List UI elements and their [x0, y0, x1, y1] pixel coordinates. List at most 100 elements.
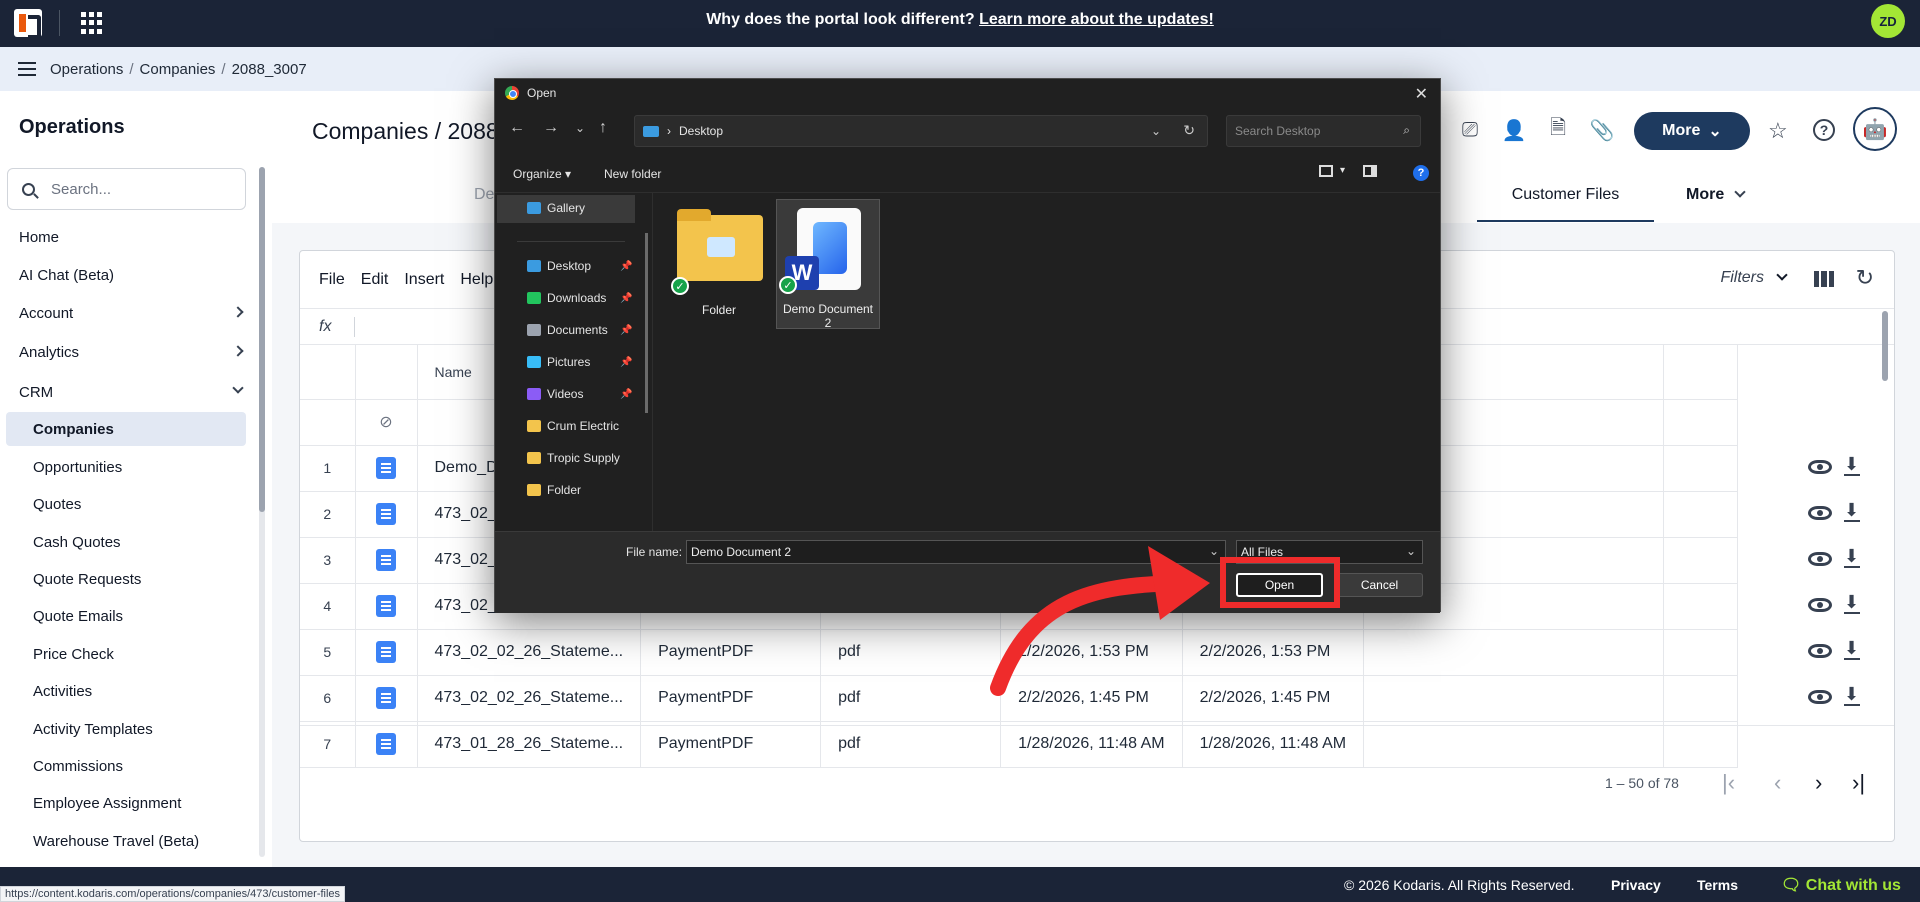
- chevron-right-icon[interactable]: [232, 345, 244, 357]
- user-avatar[interactable]: ZD: [1871, 4, 1905, 38]
- add-file-icon[interactable]: 🗎: [1544, 116, 1572, 144]
- prev-page-icon[interactable]: ‹: [1774, 770, 1781, 796]
- nav-item-videos[interactable]: Videos: [527, 387, 583, 401]
- sidebar-item-activities[interactable]: Activities: [33, 683, 92, 700]
- sidebar-item-employee-assignment[interactable]: Employee Assignment: [33, 795, 181, 812]
- view-icon[interactable]: [1808, 506, 1832, 520]
- sidebar-item-quotes[interactable]: Quotes: [33, 496, 81, 513]
- organize-button[interactable]: Organize ▾: [513, 167, 571, 181]
- assistant-bot-icon[interactable]: 🤖: [1853, 107, 1897, 151]
- sidebar-item-price-check[interactable]: Price Check: [33, 646, 114, 663]
- last-page-icon[interactable]: ›|: [1852, 770, 1865, 796]
- view-icon[interactable]: [1808, 644, 1832, 658]
- sidebar-item-opportunities[interactable]: Opportunities: [33, 459, 122, 476]
- forward-arrow-icon[interactable]: →: [543, 119, 559, 137]
- menu-file[interactable]: File: [319, 271, 345, 289]
- sidebar-item-warehouse-travel[interactable]: Warehouse Travel (Beta): [33, 833, 199, 850]
- download-icon[interactable]: [1844, 546, 1860, 568]
- sidebar-item-cash-quotes[interactable]: Cash Quotes: [33, 534, 121, 551]
- pin-icon[interactable]: 📌: [620, 389, 632, 400]
- add-user-icon[interactable]: 👤: [1500, 116, 1528, 144]
- tab-more[interactable]: More: [1686, 186, 1746, 204]
- pin-icon[interactable]: 📌: [620, 357, 632, 368]
- view-icon[interactable]: [1808, 552, 1832, 566]
- more-button[interactable]: More ⌄: [1634, 112, 1750, 150]
- recent-locations-icon[interactable]: ⌄: [575, 121, 585, 135]
- cancel-button[interactable]: Cancel: [1336, 573, 1423, 597]
- view-icon[interactable]: [1808, 690, 1832, 704]
- star-icon[interactable]: ☆: [1768, 118, 1788, 144]
- chat-with-us-button[interactable]: 🗨 Chat with us: [1781, 875, 1901, 895]
- nav-item-tropic-supply[interactable]: Tropic Supply: [527, 451, 620, 465]
- chevron-down-icon[interactable]: [232, 382, 244, 394]
- sidebar-scrollbar[interactable]: [259, 167, 265, 857]
- footer-privacy-link[interactable]: Privacy: [1611, 877, 1661, 893]
- columns-icon[interactable]: [1814, 271, 1834, 287]
- help-icon[interactable]: ?: [1413, 165, 1429, 181]
- clear-filter-icon[interactable]: ⊘: [355, 399, 418, 446]
- file-item-folder[interactable]: ✓ Folder: [667, 201, 771, 331]
- next-page-icon[interactable]: ›: [1815, 770, 1822, 796]
- filters-dropdown[interactable]: Filters: [1720, 269, 1788, 287]
- present-icon[interactable]: ⎚: [1456, 116, 1484, 144]
- dialog-search-input[interactable]: Search Desktop ⌕: [1226, 115, 1421, 147]
- chevron-down-icon[interactable]: ▾: [1340, 165, 1345, 176]
- address-bar[interactable]: › Desktop ⌄ ↻: [634, 115, 1208, 147]
- table-row[interactable]: 6 473_02_02_26_Stateme... PaymentPDF pdf 2/2…: [300, 675, 1739, 722]
- breadcrumb-companies[interactable]: Companies: [140, 61, 216, 78]
- sidebar-item-commissions[interactable]: Commissions: [33, 758, 123, 775]
- sidebar-item-crm[interactable]: CRM: [19, 384, 53, 401]
- view-mode-icon[interactable]: [1319, 165, 1333, 177]
- nav-item-folder[interactable]: Folder: [527, 483, 581, 497]
- menu-edit[interactable]: Edit: [361, 271, 389, 289]
- back-arrow-icon[interactable]: ←: [509, 119, 525, 137]
- view-icon[interactable]: [1808, 598, 1832, 612]
- sidebar-search-input[interactable]: Search...: [7, 168, 246, 210]
- sidebar-item-home[interactable]: Home: [19, 229, 59, 246]
- attachment-icon[interactable]: 📎: [1588, 116, 1616, 144]
- nav-item-downloads[interactable]: Downloads: [527, 291, 606, 305]
- sidebar-item-activity-templates[interactable]: Activity Templates: [33, 721, 153, 738]
- download-icon[interactable]: [1844, 454, 1860, 476]
- new-folder-button[interactable]: New folder: [604, 167, 661, 181]
- sidebar-item-analytics[interactable]: Analytics: [19, 344, 79, 361]
- sidebar-item-quote-emails[interactable]: Quote Emails: [33, 608, 123, 625]
- download-icon[interactable]: [1844, 500, 1860, 522]
- nav-scrollbar[interactable]: [645, 233, 648, 413]
- nav-item-crum-electric[interactable]: Crum Electric: [527, 419, 619, 433]
- refresh-icon[interactable]: ↻: [1856, 265, 1874, 291]
- tab-customer-files[interactable]: Customer Files: [1477, 186, 1654, 222]
- chevron-down-icon[interactable]: ⌄: [1209, 544, 1219, 558]
- nav-item-desktop[interactable]: Desktop: [527, 259, 591, 273]
- pin-icon[interactable]: 📌: [620, 325, 632, 336]
- grid-scrollbar[interactable]: [1880, 291, 1890, 647]
- breadcrumb-operations[interactable]: Operations: [50, 61, 123, 78]
- chevron-down-icon[interactable]: ⌄: [1151, 124, 1161, 138]
- chevron-right-icon[interactable]: [232, 306, 244, 318]
- table-row[interactable]: 5 473_02_02_26_Stateme... PaymentPDF pdf 2/2…: [300, 629, 1739, 676]
- view-icon[interactable]: [1808, 460, 1832, 474]
- first-page-icon[interactable]: |‹: [1722, 770, 1735, 796]
- nav-item-documents[interactable]: Documents: [527, 323, 608, 337]
- nav-item-pictures[interactable]: Pictures: [527, 355, 590, 369]
- cell-name[interactable]: 473_02_02_26_Stateme...: [417, 675, 642, 722]
- menu-help[interactable]: Help: [460, 271, 493, 289]
- hamburger-menu-icon[interactable]: [18, 62, 36, 76]
- sidebar-item-quote-requests[interactable]: Quote Requests: [33, 571, 141, 588]
- close-icon[interactable]: ✕: [1415, 84, 1428, 104]
- download-icon[interactable]: [1844, 592, 1860, 614]
- chevron-down-icon[interactable]: ⌄: [1406, 544, 1416, 558]
- up-arrow-icon[interactable]: ↑: [599, 119, 607, 137]
- menu-insert[interactable]: Insert: [404, 271, 444, 289]
- help-icon[interactable]: ?: [1813, 119, 1835, 141]
- nav-item-gallery[interactable]: Gallery: [527, 201, 585, 215]
- pin-icon[interactable]: 📌: [620, 261, 632, 272]
- file-item-demo-document-2[interactable]: W ✓ Demo Document 2: [776, 199, 880, 330]
- download-icon[interactable]: [1844, 638, 1860, 660]
- footer-terms-link[interactable]: Terms: [1697, 877, 1738, 893]
- tab-details[interactable]: De: [474, 186, 494, 204]
- banner-learn-more-link[interactable]: Learn more about the updates!: [979, 11, 1214, 28]
- sidebar-item-companies[interactable]: Companies: [33, 421, 114, 438]
- sidebar-item-ai-chat[interactable]: AI Chat (Beta): [19, 267, 114, 284]
- file-name-input[interactable]: Demo Document 2 ⌄: [686, 540, 1226, 564]
